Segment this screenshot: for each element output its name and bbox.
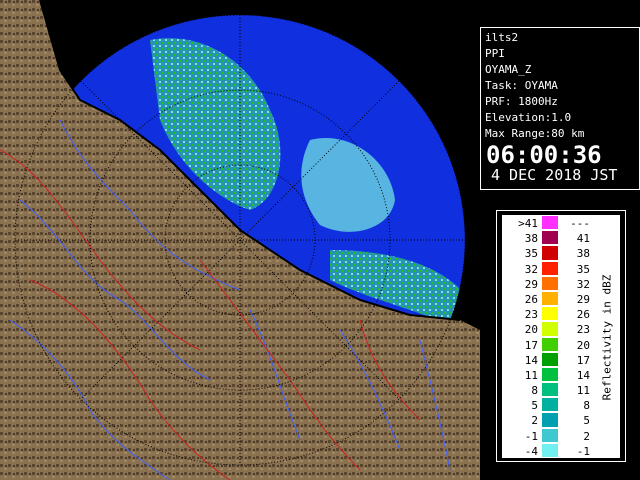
legend-title: Reflectivity in dBZ <box>600 274 614 401</box>
legend-row: -1 2 <box>502 428 592 443</box>
legend-color-swatch <box>542 337 558 351</box>
legend-color-swatch <box>542 367 558 382</box>
info-prf: PRF: 1800Hz <box>485 95 558 108</box>
legend-color-swatch <box>542 276 558 290</box>
legend-color-swatch <box>542 216 558 230</box>
legend-body: >41 --- 38 41 35 38 32 35 29 32 26 29 23 26 20 23 17 20 14… <box>502 215 620 458</box>
legend-color-swatch <box>542 428 558 442</box>
legend-color-swatch <box>542 443 558 457</box>
legend-row: 26 29 <box>502 291 592 306</box>
radar-map-svg <box>0 0 480 480</box>
scan-date: 4 DEC 2018 JST <box>491 166 618 184</box>
info-elevation: Elevation:1.0 <box>485 111 572 124</box>
legend-color-swatch <box>542 261 558 275</box>
legend-color-swatch <box>542 352 558 366</box>
info-max-range: Max Range:80 km <box>485 127 585 140</box>
legend-color-swatch <box>542 413 558 427</box>
legend-row: >41 --- <box>502 215 592 230</box>
legend-title-box: Reflectivity in dBZ <box>597 275 617 405</box>
legend-color-swatch <box>542 246 558 260</box>
legend-row: 23 26 <box>502 306 592 321</box>
legend-color-swatch <box>542 398 558 412</box>
legend-row: 8 11 <box>502 382 592 397</box>
info-site: OYAMA_Z <box>485 63 532 76</box>
info-mode: PPI <box>485 47 505 60</box>
legend-color-swatch <box>542 231 558 245</box>
legend-row: 20 23 <box>502 321 592 336</box>
legend-high-value: -1 <box>576 444 590 458</box>
info-product: ilts2 <box>485 31 519 44</box>
legend-color-swatch <box>542 291 558 306</box>
legend-row: 38 41 <box>502 230 592 245</box>
legend-color-swatch <box>542 307 558 321</box>
legend-row: 11 14 <box>502 367 592 382</box>
info-task: Task: OYAMA <box>485 79 558 92</box>
legend-row: 58 <box>502 397 592 412</box>
legend-row: -4 -1 <box>502 443 592 458</box>
legend-row: 32 35 <box>502 261 592 276</box>
legend-row: 35 38 <box>502 245 592 260</box>
legend-color-swatch <box>542 322 558 336</box>
radar-ppi-map <box>0 0 480 480</box>
legend-row: 29 32 <box>502 276 592 291</box>
legend-color-swatch <box>542 383 558 397</box>
legend-low-value: -4 <box>524 444 538 458</box>
legend-row: 25 <box>502 412 592 427</box>
radar-info-panel: ilts2 PPI OYAMA_Z Task: OYAMA PRF: 1800H… <box>480 27 640 190</box>
legend-row: 14 17 <box>502 352 592 367</box>
scan-time: 06:00:36 <box>486 141 602 169</box>
legend-row: 17 20 <box>502 337 592 352</box>
reflectivity-legend: >41 --- 38 41 35 38 32 35 29 32 26 29 23 26 20 23 17 20 14… <box>496 210 626 462</box>
